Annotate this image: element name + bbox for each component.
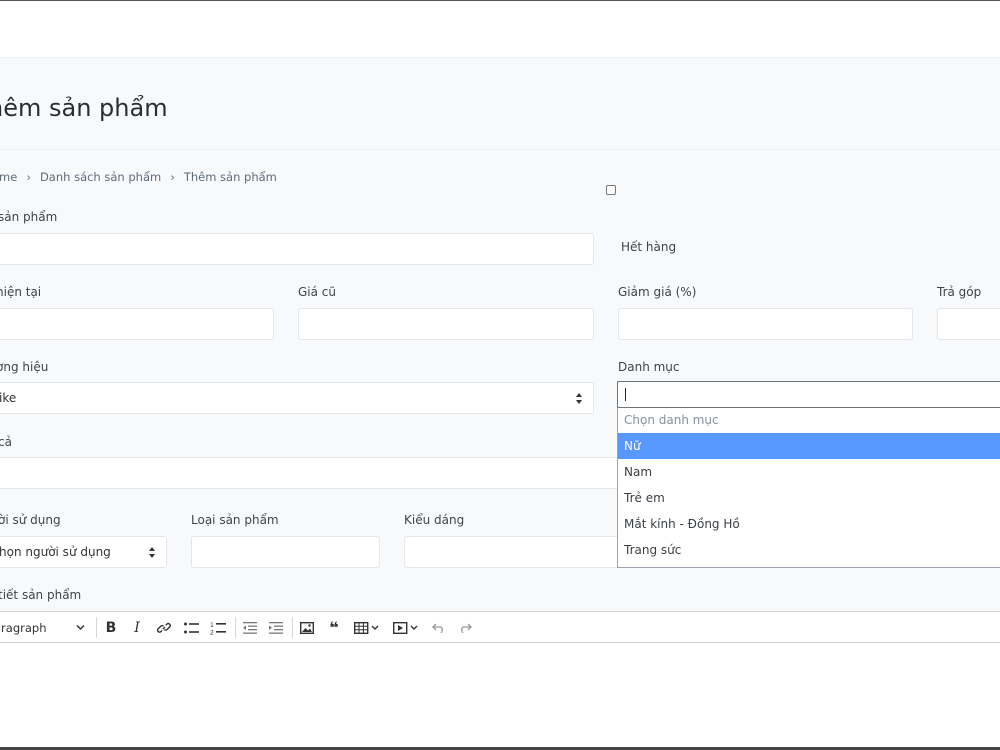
old-price-input[interactable] xyxy=(298,308,594,340)
toolbar-separator xyxy=(96,617,97,638)
product-name-label: sản phẩm xyxy=(0,210,58,224)
style-input[interactable] xyxy=(404,536,624,568)
product-type-input[interactable] xyxy=(191,536,380,568)
breadcrumb: ome › Danh sách sản phẩm › Thêm sản phẩm xyxy=(0,170,277,184)
out-of-stock-label: Hết hàng xyxy=(621,240,677,254)
user-select-value: họn người sử dụng xyxy=(0,545,111,559)
media-icon[interactable] xyxy=(389,612,423,643)
editor-toolbar: aragraph B I 12 ❝ xyxy=(0,611,1000,643)
image-icon[interactable] xyxy=(296,612,318,643)
old-price-label: Giá cũ xyxy=(298,285,337,299)
top-bar xyxy=(0,0,1000,58)
text-cursor xyxy=(625,388,626,401)
page-title: hêm sản phẩm xyxy=(0,94,168,122)
product-type-label: Loại sản phẩm xyxy=(191,513,279,527)
current-price-label: hiện tại xyxy=(0,285,42,299)
table-icon[interactable] xyxy=(350,612,384,643)
svg-text:1: 1 xyxy=(210,622,214,629)
bold-icon[interactable]: B xyxy=(100,612,122,643)
category-option[interactable]: Mắt kính - Đồng Hồ xyxy=(618,511,1000,537)
chevron-down-icon xyxy=(76,624,85,631)
product-name-input[interactable] xyxy=(0,233,594,265)
select-arrows-icon xyxy=(576,393,583,404)
numbered-list-icon[interactable]: 12 xyxy=(206,612,230,643)
current-price-input[interactable] xyxy=(0,308,274,340)
quote-icon[interactable]: ❝ xyxy=(323,612,345,643)
bulleted-list-icon[interactable] xyxy=(180,612,202,643)
heading-dropdown[interactable]: aragraph xyxy=(0,612,88,643)
user-label: ời sử dụng xyxy=(0,513,61,527)
description-label: cả xyxy=(0,435,12,449)
category-option-selected[interactable]: Nữ xyxy=(618,433,1000,459)
discount-input[interactable] xyxy=(618,308,913,340)
divider xyxy=(0,149,1000,150)
select-arrows-icon xyxy=(149,547,156,558)
brand-label: ơng hiệu xyxy=(0,360,49,374)
installment-label: Trả góp xyxy=(937,285,982,299)
link-icon[interactable] xyxy=(152,612,176,643)
rich-text-editor[interactable] xyxy=(0,643,1000,750)
category-option[interactable]: Trẻ em xyxy=(618,485,1000,511)
italic-icon[interactable]: I xyxy=(126,612,148,643)
brand-select-value: ike xyxy=(0,391,17,405)
undo-icon[interactable] xyxy=(428,612,450,643)
category-dropdown-panel: Chọn danh mục Nữ Nam Trẻ em Mắt kính - Đ… xyxy=(617,381,1000,568)
discount-label: Giảm giá (%) xyxy=(618,285,697,299)
category-label: Danh mục xyxy=(618,360,680,374)
style-label: Kiểu dáng xyxy=(404,513,465,527)
redo-icon[interactable] xyxy=(454,612,476,643)
svg-text:2: 2 xyxy=(210,629,214,635)
out-of-stock-checkbox[interactable] xyxy=(606,185,616,195)
heading-dropdown-value: aragraph xyxy=(0,620,47,635)
breadcrumb-add-product: Thêm sản phẩm xyxy=(183,170,277,184)
breadcrumb-product-list[interactable]: Danh sách sản phẩm xyxy=(40,170,161,184)
breadcrumb-home[interactable]: ome xyxy=(0,170,17,184)
product-detail-label: tiết sản phẩm xyxy=(0,588,82,602)
toolbar-separator xyxy=(235,617,236,638)
brand-select[interactable]: ike xyxy=(0,382,594,414)
user-select[interactable]: họn người sử dụng xyxy=(0,536,167,568)
outdent-icon[interactable] xyxy=(239,612,261,643)
category-option[interactable]: Trang sức xyxy=(618,537,1000,563)
description-input[interactable] xyxy=(0,457,620,489)
chevron-right-icon: › xyxy=(26,170,31,184)
indent-icon[interactable] xyxy=(265,612,287,643)
category-option[interactable]: Chọn danh mục xyxy=(618,407,1000,433)
toolbar-separator xyxy=(292,617,293,638)
category-option[interactable]: Nam xyxy=(618,459,1000,485)
installment-input[interactable] xyxy=(937,308,1000,340)
category-search-input[interactable] xyxy=(617,381,1000,408)
chevron-right-icon: › xyxy=(170,170,175,184)
